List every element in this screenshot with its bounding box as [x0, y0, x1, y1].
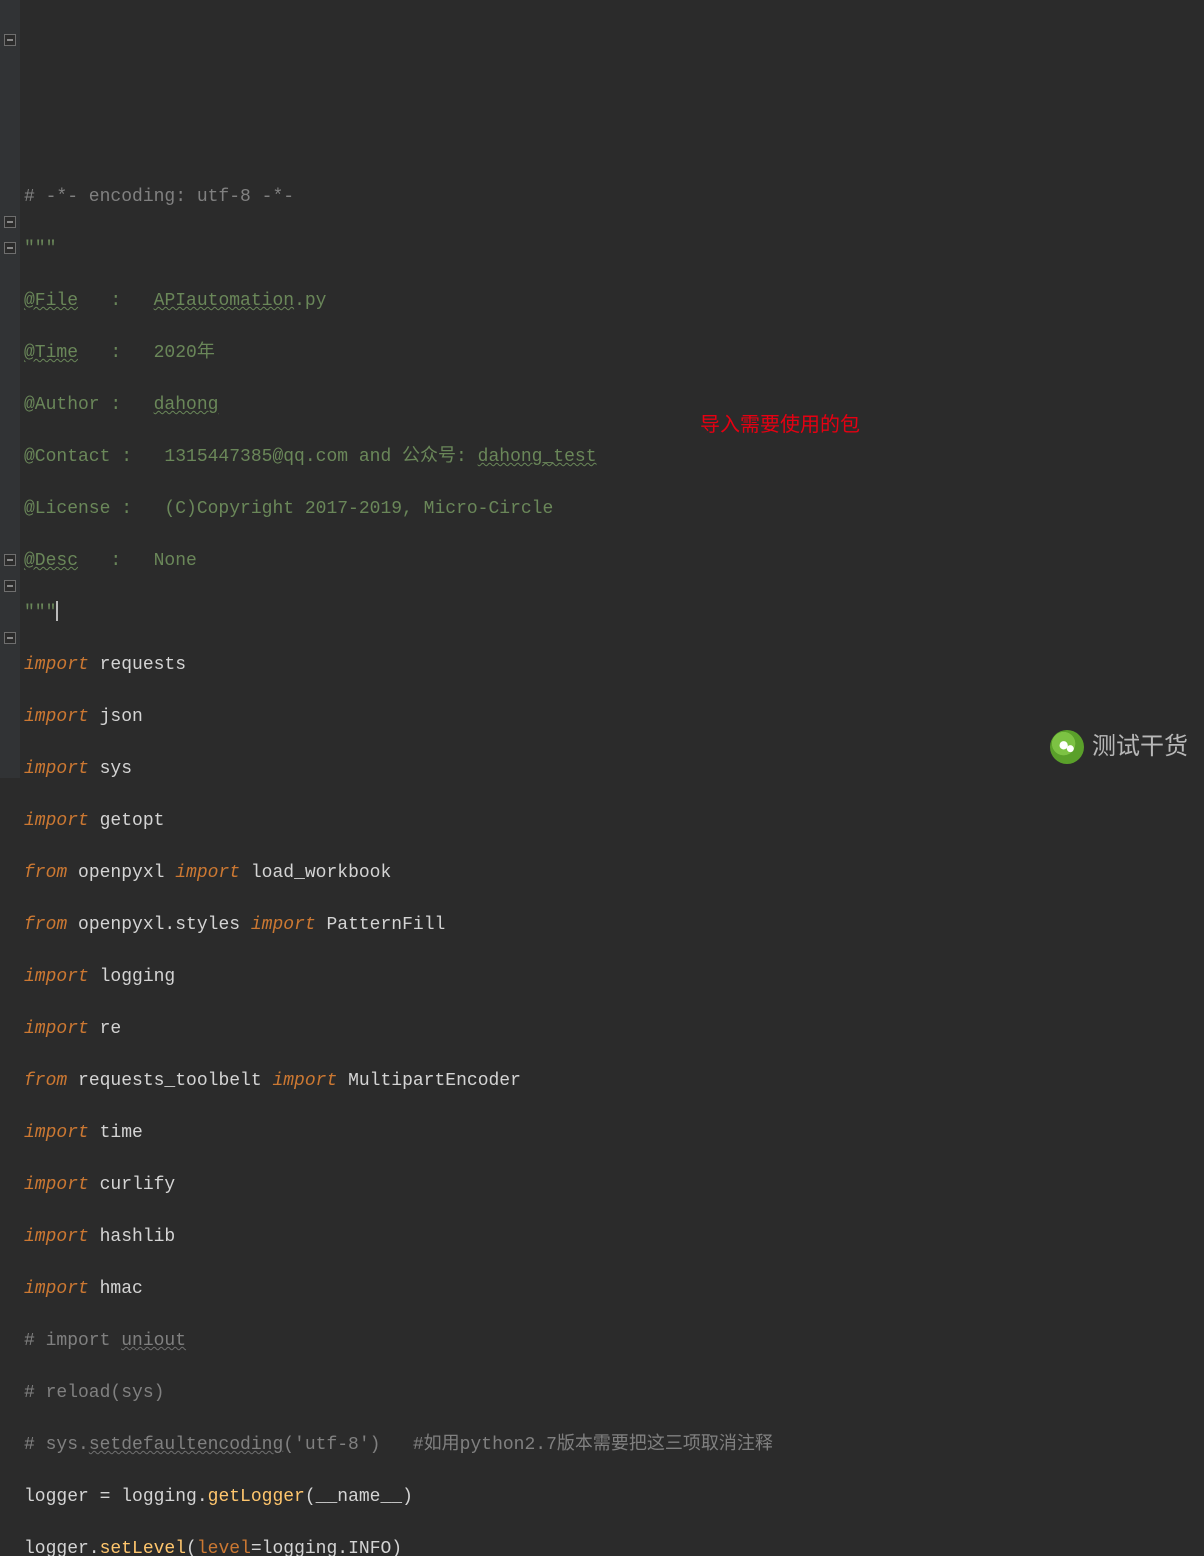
- code-line: import getopt: [24, 808, 1204, 834]
- code-line: import sys: [24, 756, 1204, 782]
- fold-icon[interactable]: [4, 632, 16, 644]
- code-line: @Contact : 1315447385@qq.com and 公众号: da…: [24, 444, 1204, 470]
- code-line: import requests: [24, 652, 1204, 678]
- code-line: @Desc : None: [24, 548, 1204, 574]
- annotation-label: 导入需要使用的包: [700, 412, 860, 438]
- gutter: [0, 0, 20, 778]
- code-line: import re: [24, 1016, 1204, 1042]
- fold-icon[interactable]: [4, 554, 16, 566]
- code-line: import time: [24, 1120, 1204, 1146]
- code-line: import hashlib: [24, 1224, 1204, 1250]
- code-editor[interactable]: # -*- encoding: utf-8 -*- """ @File : AP…: [0, 156, 1204, 1556]
- code-line: import logging: [24, 964, 1204, 990]
- code-line: from openpyxl import load_workbook: [24, 860, 1204, 886]
- code-line: import hmac: [24, 1276, 1204, 1302]
- fold-icon[interactable]: [4, 242, 16, 254]
- watermark: 测试干货: [1050, 730, 1188, 764]
- code-line: from openpyxl.styles import PatternFill: [24, 912, 1204, 938]
- code-line: from requests_toolbelt import MultipartE…: [24, 1068, 1204, 1094]
- code-line: # import uniout: [24, 1328, 1204, 1354]
- code-line: import curlify: [24, 1172, 1204, 1198]
- fold-icon[interactable]: [4, 34, 16, 46]
- text-cursor: [56, 601, 58, 621]
- code-line: """: [24, 236, 1204, 262]
- code-line: @License : (C)Copyright 2017-2019, Micro…: [24, 496, 1204, 522]
- code-line: # sys.setdefaultencoding('utf-8') #如用pyt…: [24, 1432, 1204, 1458]
- code-line: # reload(sys): [24, 1380, 1204, 1406]
- wechat-icon: [1050, 730, 1084, 764]
- code-line: @Time : 2020年: [24, 340, 1204, 366]
- code-line: @Author : dahong: [24, 392, 1204, 418]
- code-line: """: [24, 600, 1204, 626]
- fold-icon[interactable]: [4, 580, 16, 592]
- code-line: logger = logging.getLogger(__name__): [24, 1484, 1204, 1510]
- fold-icon[interactable]: [4, 216, 16, 228]
- watermark-text: 测试干货: [1092, 734, 1188, 760]
- code-line: logger.setLevel(level=logging.INFO): [24, 1536, 1204, 1556]
- code-line: # -*- encoding: utf-8 -*-: [24, 184, 1204, 210]
- code-line: import json: [24, 704, 1204, 730]
- code-line: @File : APIautomation.py: [24, 288, 1204, 314]
